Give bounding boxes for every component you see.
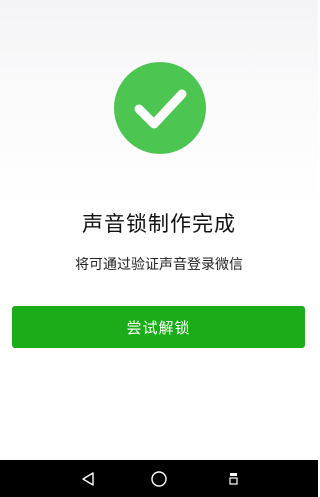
page-title: 声音锁制作完成	[82, 212, 236, 236]
back-triangle-icon[interactable]	[74, 460, 102, 497]
try-unlock-button[interactable]: 尝试解锁	[12, 306, 305, 348]
recent-apps-icon[interactable]	[220, 460, 248, 497]
content-area: 声音锁制作完成 将可通过验证声音登录微信 尝试解锁	[0, 0, 318, 350]
home-circle-icon[interactable]	[145, 460, 173, 497]
check-icon	[114, 62, 206, 154]
page-subtitle: 将可通过验证声音登录微信	[75, 257, 243, 273]
system-navbar	[0, 460, 318, 497]
